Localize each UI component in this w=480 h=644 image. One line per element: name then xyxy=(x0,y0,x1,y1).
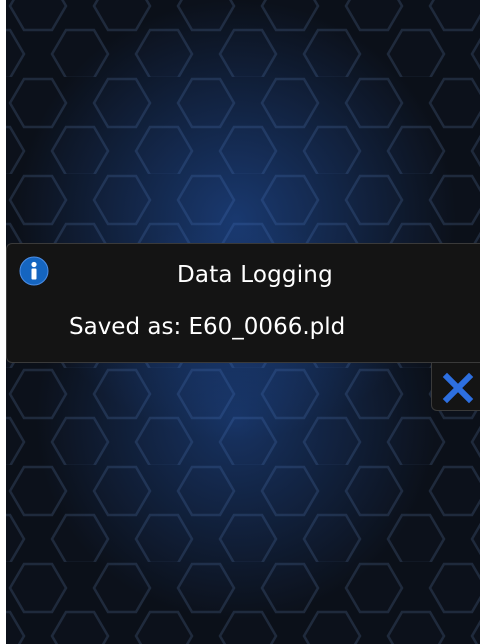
notification-title: Data Logging xyxy=(177,262,333,288)
notification-panel: Data Logging Saved as: E60_0066.pld xyxy=(6,243,480,363)
notification-message: Saved as: E60_0066.pld xyxy=(69,314,346,340)
close-icon xyxy=(442,372,474,404)
close-button[interactable] xyxy=(431,363,480,411)
info-icon xyxy=(19,256,49,286)
